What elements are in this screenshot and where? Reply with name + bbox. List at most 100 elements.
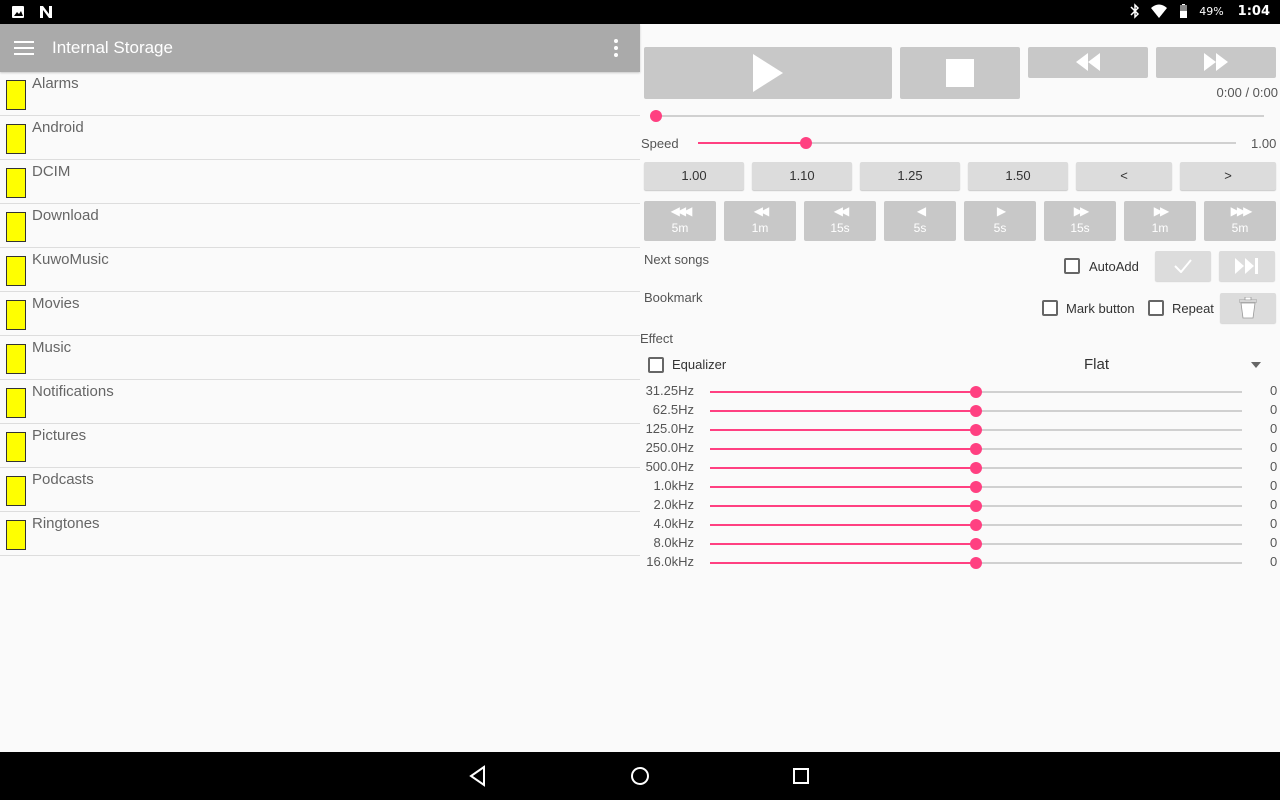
speed-button[interactable]: 1.10 <box>752 162 852 190</box>
seek-button[interactable]: ▶▶ 15s <box>1044 201 1116 241</box>
file-name: Pictures <box>32 427 87 444</box>
seek-arrows-icon: ▶▶ <box>1153 204 1169 218</box>
eq-band-value: 0 <box>1270 421 1278 436</box>
delete-bookmark-button[interactable] <box>1220 293 1276 323</box>
repeat-checkbox[interactable] <box>1148 300 1164 316</box>
eq-band-row: 1.0kHz 0 <box>640 477 1280 496</box>
eq-band-row: 2.0kHz 0 <box>640 496 1280 515</box>
menu-icon[interactable] <box>14 40 34 56</box>
file-name: Podcasts <box>32 471 94 488</box>
speed-button[interactable]: 1.50 <box>968 162 1068 190</box>
file-name: Movies <box>32 295 80 312</box>
speed-label: Speed <box>641 136 679 151</box>
folder-icon <box>6 212 26 242</box>
seek-arrows-icon: ◀ <box>916 204 926 218</box>
seek-button[interactable]: ◀◀ 15s <box>804 201 876 241</box>
recents-icon[interactable] <box>790 765 812 787</box>
eq-band-thumb[interactable] <box>970 443 982 455</box>
bluetooth-icon <box>1130 3 1140 19</box>
eq-band-track-fill <box>710 391 976 393</box>
speed-button[interactable]: < <box>1076 162 1172 190</box>
file-row[interactable]: Ringtones <box>0 512 640 556</box>
back-icon[interactable] <box>467 765 489 787</box>
eq-band-frequency: 2.0kHz <box>653 497 694 512</box>
seek-arrows-icon: ◀◀◀ <box>670 204 693 218</box>
preset-value: Flat <box>1084 356 1110 373</box>
eq-band-thumb[interactable] <box>970 424 982 436</box>
speed-track-fill <box>698 142 806 144</box>
folder-icon <box>6 300 26 330</box>
confirm-button[interactable] <box>1155 251 1211 281</box>
speed-button[interactable]: 1.00 <box>644 162 744 190</box>
eq-band-value: 0 <box>1270 497 1278 512</box>
eq-band-track-fill <box>710 524 976 526</box>
file-row[interactable]: Movies <box>0 292 640 336</box>
eq-band-thumb[interactable] <box>970 538 982 550</box>
skip-next-button[interactable] <box>1219 251 1275 281</box>
file-browser-pane: Internal Storage Alarms Android DCIM Downlo… <box>0 24 640 752</box>
eq-band-value: 0 <box>1270 478 1278 493</box>
eq-band-thumb[interactable] <box>970 481 982 493</box>
skip-next-icon <box>1235 258 1258 274</box>
autoadd-label: AutoAdd <box>1089 259 1139 274</box>
overflow-menu-icon[interactable] <box>610 38 622 58</box>
file-row[interactable]: Music <box>0 336 640 380</box>
seek-button[interactable]: ◀ 5s <box>884 201 956 241</box>
seek-button[interactable]: ▶ 5s <box>964 201 1036 241</box>
clock: 1:04 <box>1237 3 1270 19</box>
seek-button[interactable]: ◀◀ 1m <box>724 201 796 241</box>
eq-band-track-fill <box>710 562 976 564</box>
eq-band-thumb[interactable] <box>970 386 982 398</box>
eq-band-thumb[interactable] <box>970 500 982 512</box>
file-row[interactable]: KuwoMusic <box>0 248 640 292</box>
eq-band-thumb[interactable] <box>970 519 982 531</box>
file-row[interactable]: Android <box>0 116 640 160</box>
preset-dropdown[interactable]: Flat <box>960 352 1280 378</box>
file-name: Music <box>32 339 72 356</box>
file-row[interactable]: Podcasts <box>0 468 640 512</box>
seek-button[interactable]: ▶▶ 1m <box>1124 201 1196 241</box>
progress-thumb[interactable] <box>650 110 662 122</box>
eq-band-thumb[interactable] <box>970 557 982 569</box>
file-row[interactable]: Pictures <box>0 424 640 468</box>
folder-icon <box>6 256 26 286</box>
file-row[interactable]: Alarms <box>0 72 640 116</box>
file-row[interactable]: DCIM <box>0 160 640 204</box>
eq-band-value: 0 <box>1270 402 1278 417</box>
rewind-button[interactable] <box>1028 47 1148 78</box>
file-name: Download <box>32 207 99 224</box>
equalizer-checkbox[interactable] <box>648 357 664 373</box>
stop-icon <box>946 59 974 87</box>
rewind-icon <box>1076 53 1100 71</box>
eq-band-row: 125.0Hz 0 <box>640 420 1280 439</box>
eq-band-frequency: 62.5Hz <box>652 402 694 417</box>
home-icon[interactable] <box>629 765 651 787</box>
eq-band-frequency: 125.0Hz <box>645 421 694 436</box>
eq-band-frequency: 16.0kHz <box>646 554 694 569</box>
eq-band-thumb[interactable] <box>970 462 982 474</box>
next-songs-label: Next songs <box>644 252 710 267</box>
eq-band-row: 31.25Hz 0 <box>640 382 1280 401</box>
stop-button[interactable] <box>900 47 1020 99</box>
file-name: Alarms <box>32 75 79 92</box>
trash-icon <box>1239 297 1257 319</box>
speed-thumb[interactable] <box>799 137 812 149</box>
eq-band-thumb[interactable] <box>970 405 982 417</box>
seek-amount: 5s <box>993 221 1007 235</box>
status-bar: 49% 1:04 <box>0 0 1280 24</box>
mark-button-checkbox[interactable] <box>1042 300 1058 316</box>
play-button[interactable] <box>644 47 892 99</box>
progress-track[interactable] <box>656 115 1264 117</box>
seek-button[interactable]: ◀◀◀ 5m <box>644 201 716 241</box>
seek-button[interactable]: ▶▶▶ 5m <box>1204 201 1276 241</box>
file-row[interactable]: Download <box>0 204 640 248</box>
autoadd-checkbox[interactable] <box>1064 258 1080 274</box>
speed-button[interactable]: 1.25 <box>860 162 960 190</box>
eq-band-frequency: 1.0kHz <box>653 478 694 493</box>
eq-band-row: 8.0kHz 0 <box>640 534 1280 553</box>
file-name: Ringtones <box>32 515 100 532</box>
speed-button[interactable]: > <box>1180 162 1276 190</box>
file-row[interactable]: Notifications <box>0 380 640 424</box>
fast-forward-button[interactable] <box>1156 47 1276 78</box>
file-name: DCIM <box>32 163 71 180</box>
